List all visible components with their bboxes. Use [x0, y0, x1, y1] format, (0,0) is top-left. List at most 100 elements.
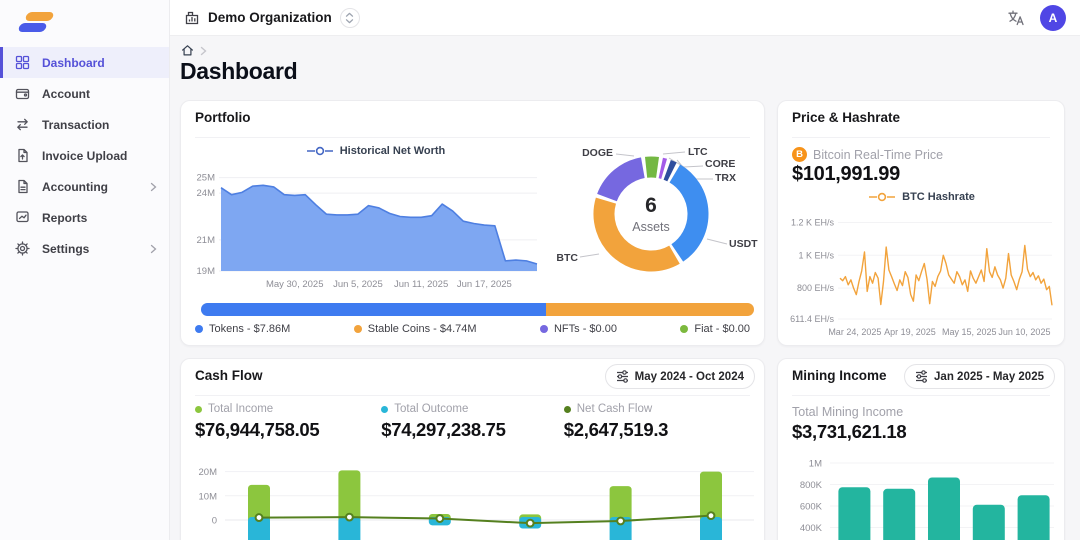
mining-total-label: Total Mining Income: [792, 405, 903, 419]
svg-text:611.4 EH/s: 611.4 EH/s: [790, 314, 834, 324]
organization-name: Demo Organization: [208, 10, 332, 25]
legend-label: Stable Coins - $4.74M: [368, 323, 477, 335]
translate-icon[interactable]: [1006, 8, 1026, 28]
cash-flow-stats: Total Income$76,944,758.05 Total Outcome $…: [195, 403, 750, 441]
filter-sliders-icon: [616, 370, 629, 383]
donut-label-ltc: LTC: [688, 146, 708, 158]
svg-text:Jun 17, 2025: Jun 17, 2025: [457, 279, 512, 290]
organization-selector[interactable]: Demo Organization: [184, 8, 360, 28]
svg-text:800K: 800K: [800, 480, 823, 491]
hashrate-line-chart: 1.2 K EH/s1 K EH/s800 EH/s611.4 EH/sMar …: [784, 203, 1060, 343]
dashboard-icon: [15, 55, 30, 70]
organization-icon: [184, 10, 200, 26]
cash-flow-card-title: Cash Flow: [195, 368, 263, 383]
legend-label: Tokens - $7.86M: [209, 323, 290, 335]
allocation-legend-item[interactable]: Stable Coins - $4.74M: [354, 323, 477, 335]
sidebar-item-label: Invoice Upload: [42, 149, 127, 163]
donut-label-doge: DOGE: [561, 147, 613, 159]
main-content: Dashboard Portfolio Historical Net Worth…: [170, 36, 1080, 540]
svg-text:800 EH/s: 800 EH/s: [797, 283, 835, 293]
svg-text:24M: 24M: [197, 188, 216, 199]
mining-total-value: $3,731,621.18: [792, 421, 906, 443]
svg-text:19M: 19M: [197, 266, 216, 277]
organization-switch-button[interactable]: [340, 8, 360, 28]
sidebar-item-invoice-upload[interactable]: Invoice Upload: [0, 140, 169, 171]
legend-dot: [540, 325, 548, 333]
svg-text:20M: 20M: [199, 467, 218, 478]
transaction-icon: [15, 117, 30, 132]
mining-date-filter[interactable]: Jan 2025 - May 2025: [904, 364, 1055, 389]
sidebar-item-transaction[interactable]: Transaction: [0, 109, 169, 140]
mining-bar-chart: 1M800K600K400K: [784, 451, 1060, 540]
topbar: Demo Organization A: [170, 0, 1080, 36]
svg-text:400K: 400K: [800, 523, 823, 534]
donut-label-btc: BTC: [526, 252, 578, 264]
donut-label-core: CORE: [705, 158, 735, 170]
breadcrumb: [181, 44, 207, 57]
chevron-right-icon: [150, 244, 157, 254]
page-title: Dashboard: [180, 58, 297, 85]
net-worth-legend[interactable]: Historical Net Worth: [211, 145, 541, 157]
allocation-segment: [546, 303, 754, 316]
home-icon[interactable]: [181, 44, 194, 57]
stat-value: $74,297,238.75: [381, 419, 564, 441]
invoice-upload-icon: [15, 148, 30, 163]
portfolio-card-title: Portfolio: [195, 110, 251, 125]
svg-text:21M: 21M: [197, 235, 216, 246]
allocation-legend: Tokens - $7.86M Stable Coins - $4.74M NFTs…: [195, 323, 750, 335]
donut-label-trx: TRX: [715, 172, 736, 184]
up-down-chevrons-icon: [345, 12, 354, 24]
legend-dot: [680, 325, 688, 333]
price-card-title: Price & Hashrate: [792, 110, 900, 125]
bitcoin-price-value: $101,991.99: [792, 163, 900, 186]
stat-label: Total Income: [208, 403, 273, 415]
cash-flow-date-filter[interactable]: May 2024 - Oct 2024: [605, 364, 755, 389]
app-logo: [16, 8, 64, 38]
legend-dot: [195, 325, 203, 333]
bitcoin-price-label-row: B Bitcoin Real-Time Price: [792, 147, 943, 162]
sidebar: DashboardAccountTransaction Invoice Uploa…: [0, 0, 170, 540]
hashrate-legend[interactable]: BTC Hashrate: [778, 191, 1066, 203]
allocation-legend-item[interactable]: NFTs - $0.00: [540, 323, 617, 335]
sidebar-item-accounting[interactable]: Accounting: [0, 171, 169, 202]
svg-text:Apr 19, 2025: Apr 19, 2025: [884, 327, 936, 337]
user-avatar[interactable]: A: [1040, 5, 1066, 31]
stat-dot: [564, 406, 571, 413]
sidebar-item-reports[interactable]: Reports: [0, 202, 169, 233]
svg-text:10M: 10M: [199, 491, 218, 502]
legend-label: NFTs - $0.00: [554, 323, 617, 335]
allocation-legend-item[interactable]: Tokens - $7.86M: [195, 323, 290, 335]
cash-flow-stat: Total Outcome $74,297,238.75: [381, 403, 564, 441]
svg-text:1M: 1M: [809, 459, 822, 470]
stat-dot: [195, 406, 202, 413]
svg-text:May 30, 2025: May 30, 2025: [266, 279, 324, 290]
cash-flow-stat: Total Income$76,944,758.05: [195, 403, 381, 441]
allocation-split-bar: [201, 303, 754, 316]
svg-text:25M: 25M: [197, 173, 216, 184]
breadcrumb-chevron-icon: [200, 46, 207, 56]
sidebar-item-label: Settings: [42, 242, 89, 256]
net-worth-legend-label: Historical Net Worth: [340, 145, 446, 157]
cash-flow-date-range: May 2024 - Oct 2024: [635, 371, 744, 383]
sidebar-item-settings[interactable]: Settings: [0, 233, 169, 264]
allocation-legend-item[interactable]: Fiat - $0.00: [680, 323, 750, 335]
hashrate-legend-label: BTC Hashrate: [902, 191, 975, 203]
line-marker-icon: [307, 146, 333, 156]
stat-label: Total Outcome: [394, 403, 468, 415]
line-marker-icon: [869, 192, 895, 202]
chevron-right-icon: [150, 182, 157, 192]
sidebar-item-dashboard[interactable]: Dashboard: [0, 47, 169, 78]
stat-value: $2,647,519.3: [564, 419, 750, 441]
mining-income-card: Mining Income Jan 2025 - May 2025 Total …: [777, 358, 1065, 540]
svg-text:Mar 24, 2025: Mar 24, 2025: [828, 327, 881, 337]
cash-flow-card: Cash Flow May 2024 - Oct 2024 Total Inco…: [180, 358, 765, 540]
stat-dot: [381, 406, 388, 413]
svg-text:Jun 11, 2025: Jun 11, 2025: [394, 279, 448, 290]
price-hashrate-card: Price & Hashrate B Bitcoin Real-Time Pri…: [777, 100, 1065, 346]
bitcoin-icon: B: [792, 147, 807, 162]
svg-text:0: 0: [212, 516, 217, 527]
svg-text:Jun 10, 2025: Jun 10, 2025: [998, 327, 1050, 337]
sidebar-nav: DashboardAccountTransaction Invoice Uploa…: [0, 47, 169, 264]
reports-icon: [15, 210, 30, 225]
sidebar-item-account[interactable]: Account: [0, 78, 169, 109]
